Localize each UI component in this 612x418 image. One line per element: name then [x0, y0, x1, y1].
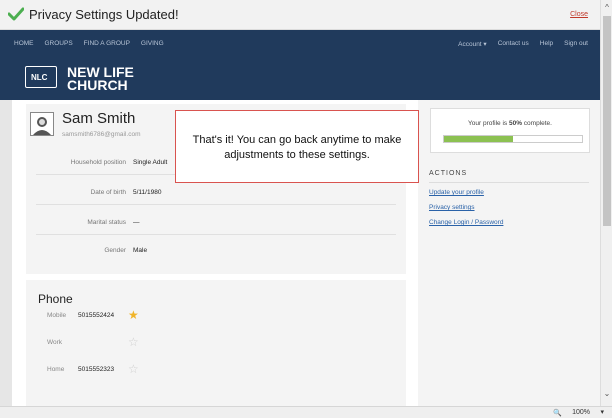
field-label: Household position: [70, 159, 126, 166]
field-label: Marital status: [87, 219, 126, 226]
field-date-of-birth: Date of birth 5/11/1980: [36, 183, 396, 205]
progress-value: 50%: [508, 120, 522, 127]
profile-name: Sam Smith: [62, 110, 136, 127]
privacy-settings-link[interactable]: Privacy settings: [429, 204, 475, 211]
actions-title: ACTIONS: [429, 170, 468, 177]
church-name-line2: CHURCH: [67, 77, 128, 93]
field-value: Male: [133, 247, 148, 254]
field-value: Single Adult: [133, 159, 168, 166]
progress-bar-fill: [444, 136, 513, 142]
nav-giving[interactable]: GIVING: [141, 40, 164, 47]
star-icon[interactable]: ☆: [128, 335, 139, 349]
avatar[interactable]: [30, 112, 54, 136]
scroll-down-icon[interactable]: ⌄: [603, 390, 611, 398]
guide-tooltip: That's it! You can go back anytime to ma…: [175, 110, 419, 183]
field-gender: Gender Male: [36, 241, 396, 263]
phone-row-mobile: Mobile 5015552424 ★: [36, 304, 396, 330]
phone-row-home: Home 5015552323 ☆: [36, 358, 396, 384]
chevron-down-icon[interactable]: ▾: [600, 408, 604, 416]
progress-text: Your profile is 50% complete.: [431, 120, 589, 127]
nav-home[interactable]: HOME: [14, 40, 34, 47]
status-bar: 🔍 100% ▾: [0, 406, 612, 418]
scroll-up-icon[interactable]: ^: [603, 4, 611, 12]
profile-progress-card: Your profile is 50% complete.: [430, 108, 590, 153]
nav-contact-us[interactable]: Contact us: [498, 40, 529, 48]
vertical-scrollbar[interactable]: ^ ⌄: [600, 0, 612, 406]
notification-bar: Privacy Settings Updated! Close: [0, 0, 600, 30]
nav-account-menu[interactable]: Account ▾: [458, 40, 487, 48]
right-sidebar: Your profile is 50% complete. ACTIONS Up…: [418, 100, 600, 406]
field-label: Date of birth: [90, 189, 126, 196]
progress-prefix: Your profile is: [468, 120, 509, 127]
phone-number: 5015552424: [78, 312, 115, 319]
tooltip-text: That's it! You can go back anytime to ma…: [180, 133, 414, 163]
close-link[interactable]: Close: [570, 11, 588, 18]
user-silhouette-icon: [33, 117, 51, 135]
star-icon[interactable]: ★: [128, 308, 139, 322]
nav-help[interactable]: Help: [540, 40, 553, 48]
tooltip-line1: That's it! You can go back anytime to ma…: [192, 134, 402, 146]
church-name: NEW LIFE CHURCH: [67, 65, 134, 93]
field-marital-status: Marital status —: [36, 213, 396, 235]
nav-find-a-group[interactable]: FIND A GROUP: [84, 40, 130, 47]
phone-label: Mobile: [47, 312, 67, 319]
scroll-thumb[interactable]: [603, 16, 611, 226]
top-nav: HOME GROUPS FIND A GROUP GIVING Account …: [0, 30, 600, 58]
change-login-password-link[interactable]: Change Login / Password: [429, 219, 503, 226]
tooltip-line2: adjustments to these settings.: [224, 149, 370, 161]
field-value: —: [133, 219, 140, 226]
update-profile-link[interactable]: Update your profile: [429, 189, 484, 196]
divider: [429, 182, 589, 183]
logo-text: NLC: [31, 73, 48, 82]
church-logo[interactable]: NLC: [25, 66, 57, 88]
progress-suffix: complete.: [521, 120, 552, 127]
phone-card: Phone Mobile 5015552424 ★ Work ☆ Home 50…: [26, 280, 406, 406]
notification-message: Privacy Settings Updated!: [29, 7, 179, 22]
phone-label: Work: [47, 339, 63, 346]
brand-header: NLC NEW LIFE CHURCH: [0, 58, 600, 100]
nav-sign-out[interactable]: Sign out: [564, 40, 588, 48]
profile-email: samsmith6786@gmail.com: [62, 131, 141, 138]
field-label: Gender: [104, 247, 126, 254]
star-icon[interactable]: ☆: [128, 362, 139, 376]
phone-row-work: Work ☆: [36, 331, 396, 357]
nav-groups[interactable]: GROUPS: [45, 40, 73, 47]
phone-number: 5015552323: [78, 366, 115, 373]
zoom-icon[interactable]: 🔍: [553, 409, 562, 417]
phone-label: Home: [47, 366, 65, 373]
field-value: 5/11/1980: [133, 189, 162, 196]
check-icon: [8, 7, 24, 21]
zoom-level[interactable]: 100%: [572, 409, 590, 416]
progress-bar: [443, 135, 583, 143]
